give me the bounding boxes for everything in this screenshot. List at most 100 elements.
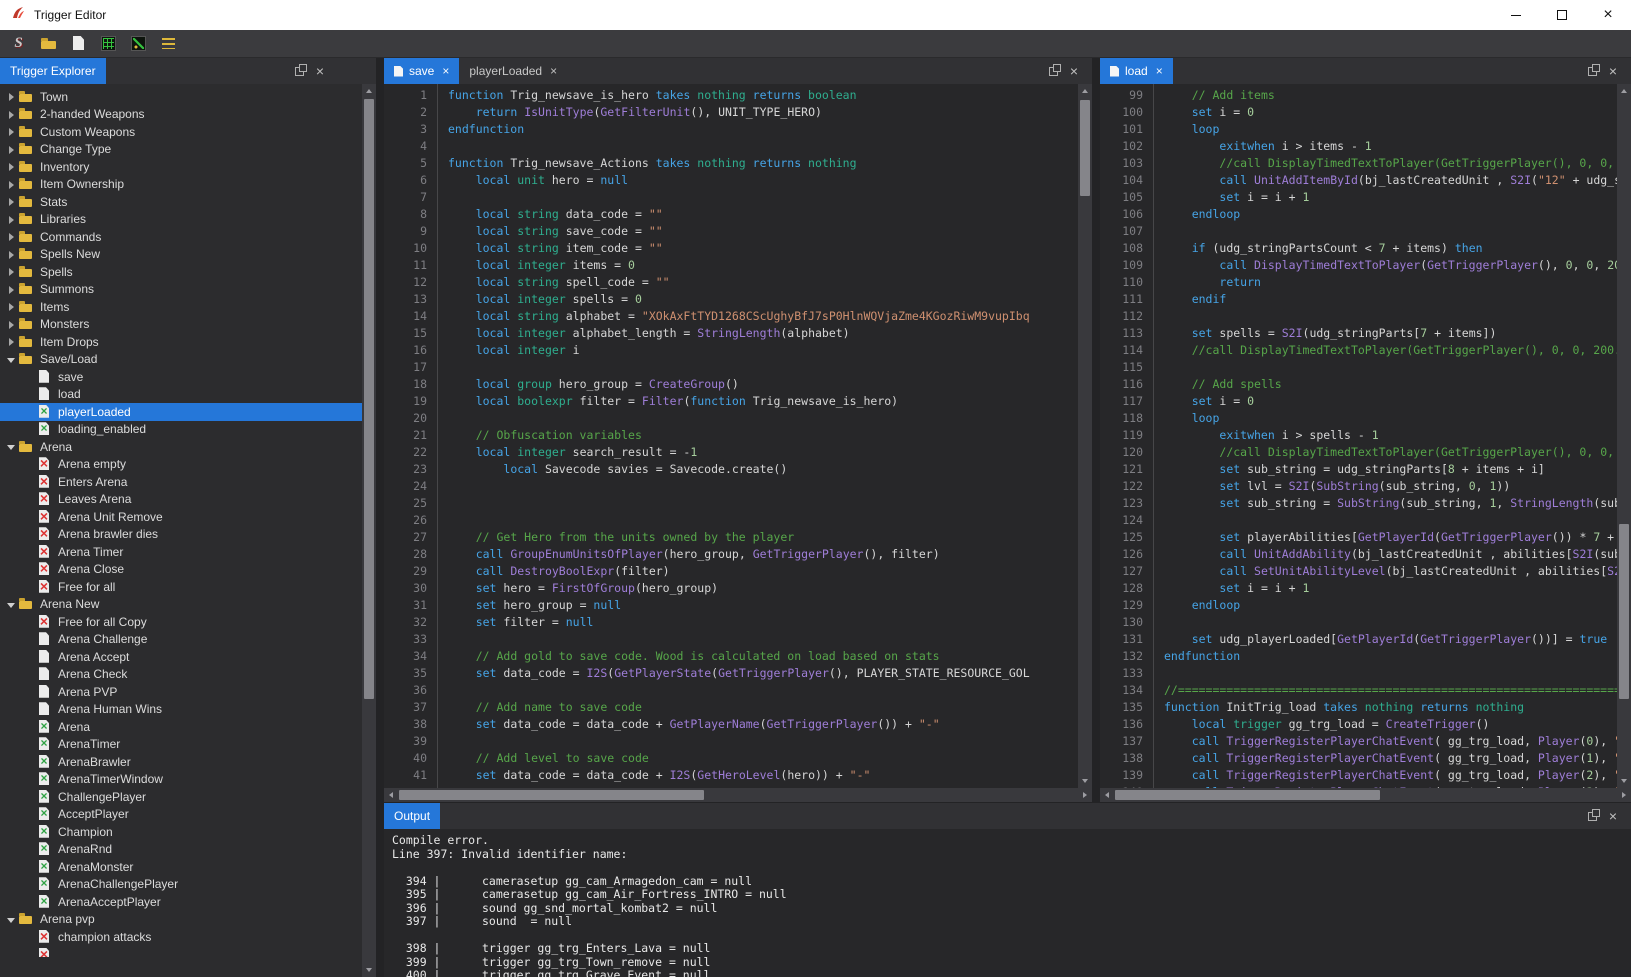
tree-closed-arrow-icon[interactable]	[6, 176, 19, 193]
tree-item[interactable]: loading_enabled	[0, 421, 362, 439]
scroll-up-button[interactable]	[1078, 84, 1092, 98]
editor-vertical-scrollbar[interactable]	[1617, 84, 1631, 788]
tree-item[interactable]: Commands	[0, 228, 362, 246]
tree-item[interactable]: Stats	[0, 193, 362, 211]
scrollbar-thumb[interactable]	[1115, 790, 1380, 800]
tree-closed-arrow-icon[interactable]	[6, 298, 19, 315]
tree-item[interactable]: Item Ownership	[0, 176, 362, 194]
code-area[interactable]: function Trig_newsave_is_hero takes noth…	[438, 84, 1078, 788]
float-panel-icon[interactable]	[1588, 67, 1597, 76]
tree-closed-arrow-icon[interactable]	[6, 246, 19, 263]
tree-item[interactable]: Change Type	[0, 141, 362, 159]
tree-item[interactable]: ArenaMonster	[0, 858, 362, 876]
code-area[interactable]: // Add items set i = 0 loop exitwhen i >…	[1154, 84, 1617, 788]
scroll-up-button[interactable]	[1617, 84, 1631, 98]
tree-closed-arrow-icon[interactable]	[6, 123, 19, 140]
tree-item[interactable]: Arena Timer	[0, 543, 362, 561]
tree-item[interactable]: ArenaRnd	[0, 841, 362, 859]
tree-item[interactable]: ArenaAcceptPlayer	[0, 893, 362, 911]
tree-open-arrow-icon[interactable]	[6, 911, 19, 928]
tree-item[interactable]: ArenaTimer	[0, 736, 362, 754]
tree-closed-arrow-icon[interactable]	[6, 333, 19, 350]
tree-item[interactable]	[0, 946, 362, 957]
explorer-tab[interactable]: Trigger Explorer	[0, 58, 106, 84]
tree-closed-arrow-icon[interactable]	[6, 158, 19, 175]
float-panel-icon[interactable]	[1049, 67, 1058, 76]
tree-item[interactable]: Arena Check	[0, 666, 362, 684]
tree-item[interactable]: Enters Arena	[0, 473, 362, 491]
tree-closed-arrow-icon[interactable]	[6, 281, 19, 298]
tree-item[interactable]: Arena	[0, 438, 362, 456]
tree-item[interactable]: Inventory	[0, 158, 362, 176]
tree-item[interactable]: Arena pvp	[0, 911, 362, 929]
tree-item[interactable]: Monsters	[0, 316, 362, 334]
tree-item[interactable]: Arena Accept	[0, 648, 362, 666]
editor-horizontal-scrollbar[interactable]	[1100, 788, 1631, 802]
close-panel-icon[interactable]: ×	[1609, 64, 1617, 78]
tree-item[interactable]: Items	[0, 298, 362, 316]
scroll-down-button[interactable]	[1078, 774, 1092, 788]
tree-item[interactable]: ArenaBrawler	[0, 753, 362, 771]
tree-closed-arrow-icon[interactable]	[6, 88, 19, 105]
scroll-left-button[interactable]	[1100, 788, 1114, 802]
tree-item[interactable]: playerLoaded	[0, 403, 362, 421]
explorer-scrollbar[interactable]	[362, 84, 376, 977]
tree-closed-arrow-icon[interactable]	[6, 106, 19, 123]
scroll-left-button[interactable]	[384, 788, 398, 802]
tree-closed-arrow-icon[interactable]	[6, 193, 19, 210]
tree-item[interactable]: Arena New	[0, 596, 362, 614]
new-file-button[interactable]	[68, 33, 89, 54]
editor-splitter[interactable]	[1092, 58, 1100, 802]
scroll-down-button[interactable]	[362, 963, 376, 977]
tab-load[interactable]: load×	[1100, 58, 1173, 84]
tree-item[interactable]: Leaves Arena	[0, 491, 362, 509]
tree-open-arrow-icon[interactable]	[6, 438, 19, 455]
tree-item[interactable]: champion attacks	[0, 928, 362, 946]
explorer-scrollbar-thumb[interactable]	[364, 99, 374, 699]
close-panel-icon[interactable]: ×	[316, 64, 324, 78]
tree-item[interactable]: 2-handed Weapons	[0, 106, 362, 124]
tree-item[interactable]: Item Drops	[0, 333, 362, 351]
jass-logo-button[interactable]: S	[8, 33, 29, 54]
tree-item[interactable]: Spells	[0, 263, 362, 281]
float-panel-icon[interactable]	[295, 67, 304, 76]
close-tab-icon[interactable]: ×	[442, 65, 449, 77]
tree-item[interactable]: Arena Close	[0, 561, 362, 579]
close-tab-icon[interactable]: ×	[1156, 65, 1163, 77]
tree-closed-arrow-icon[interactable]	[6, 141, 19, 158]
tree-item[interactable]: Summons	[0, 281, 362, 299]
tree-item[interactable]: ChallengePlayer	[0, 788, 362, 806]
tree-item[interactable]: Arena Challenge	[0, 631, 362, 649]
tree-open-arrow-icon[interactable]	[6, 351, 19, 368]
tree-item[interactable]: Arena PVP	[0, 683, 362, 701]
output-tab[interactable]: Output	[384, 803, 440, 829]
maximize-button[interactable]	[1539, 0, 1585, 30]
tree-item[interactable]: save	[0, 368, 362, 386]
scrollbar-thumb[interactable]	[1619, 524, 1629, 699]
tree-closed-arrow-icon[interactable]	[6, 211, 19, 228]
scrollbar-thumb[interactable]	[1080, 100, 1090, 196]
close-panel-icon[interactable]: ×	[1070, 64, 1078, 78]
tab-playerLoaded[interactable]: playerLoaded×	[459, 58, 567, 84]
tree-closed-arrow-icon[interactable]	[6, 263, 19, 280]
tab-save[interactable]: save×	[384, 58, 459, 84]
scrollbar-thumb[interactable]	[399, 790, 704, 800]
minimize-button[interactable]	[1493, 0, 1539, 30]
scroll-right-button[interactable]	[1617, 788, 1631, 802]
tree-item[interactable]: Arena Unit Remove	[0, 508, 362, 526]
tree-item[interactable]: Town	[0, 88, 362, 106]
tree-item[interactable]: Champion	[0, 823, 362, 841]
tree-item[interactable]: Free for all Copy	[0, 613, 362, 631]
editor-horizontal-scrollbar[interactable]	[384, 788, 1092, 802]
tree-item[interactable]: Save/Load	[0, 351, 362, 369]
tree-item[interactable]: Arena brawler dies	[0, 526, 362, 544]
tree-item[interactable]: Custom Weapons	[0, 123, 362, 141]
scroll-right-button[interactable]	[1078, 788, 1092, 802]
tree-item[interactable]: Free for all	[0, 578, 362, 596]
grid-editor-button[interactable]	[98, 33, 119, 54]
panel-splitter[interactable]	[376, 58, 384, 977]
open-button[interactable]	[38, 33, 59, 54]
chart-editor-button[interactable]	[128, 33, 149, 54]
tree-closed-arrow-icon[interactable]	[6, 228, 19, 245]
tree-item[interactable]: Spells New	[0, 246, 362, 264]
